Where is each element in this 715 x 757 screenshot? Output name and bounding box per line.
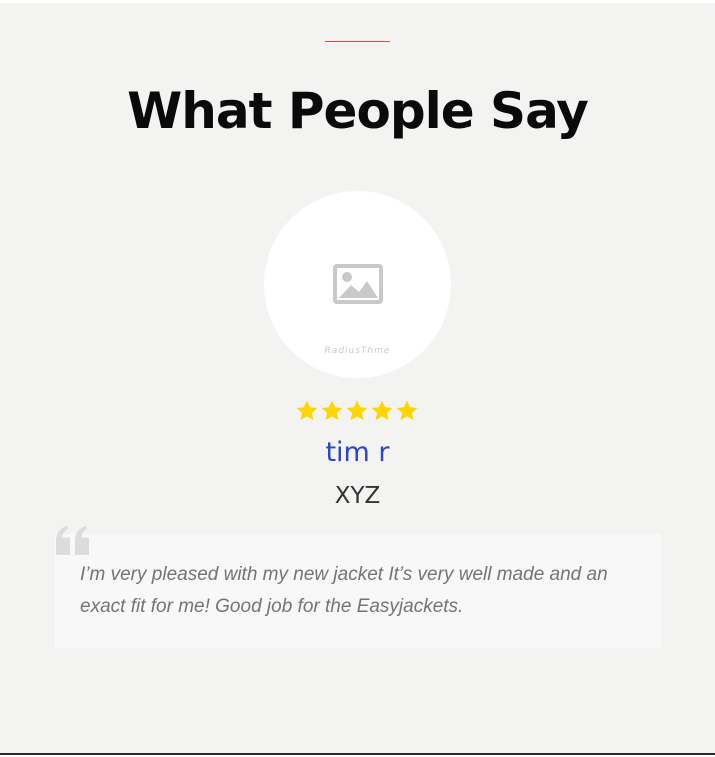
top-divider [0, 0, 715, 3]
star-icon [321, 400, 343, 421]
avatar: RadiusThme [264, 191, 451, 378]
quote-mark-icon [56, 526, 89, 555]
star-icon [296, 400, 318, 421]
avatar-watermark: RadiusThme [324, 346, 391, 356]
reviewer-name: tim r [325, 437, 390, 468]
star-rating [295, 399, 421, 425]
accent-divider [325, 41, 390, 42]
star-icon [371, 400, 393, 421]
star-icon [396, 400, 418, 421]
testimonials-section: What People Say RadiusThme tim r XYZ I’m… [0, 0, 715, 755]
section-title: What People Say [127, 82, 589, 140]
reviewer-company: XYZ [334, 483, 381, 509]
quote-text: I’m very pleased with my new jacket It’s… [80, 564, 608, 617]
image-placeholder-icon [333, 264, 383, 304]
star-icon [346, 400, 368, 421]
quote-box: I’m very pleased with my new jacket It’s… [55, 534, 661, 648]
